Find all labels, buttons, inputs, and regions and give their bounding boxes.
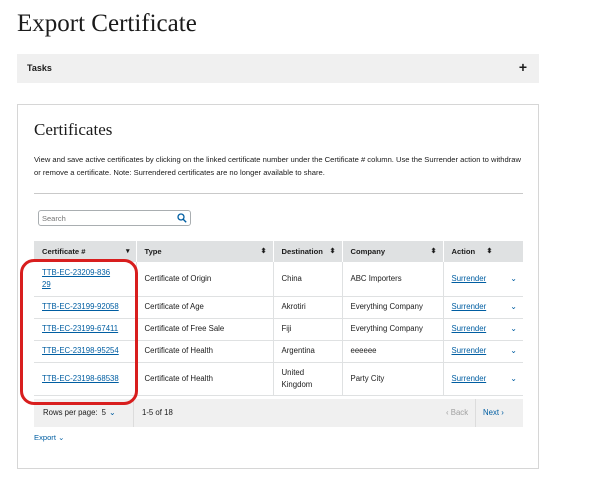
column-header-action[interactable]: Action ⬍ [443,241,523,262]
table-row: TTB-EC-23198-95254 Certificate of Health… [34,340,523,363]
company-cell: Party City [342,362,444,396]
search-icon[interactable] [177,213,187,223]
chevron-down-icon[interactable]: ⌄ [510,373,517,385]
divider [133,399,134,427]
destination-cell: United Kingdom [281,367,313,389]
export-button[interactable]: Export ⌄ [34,433,64,442]
sort-icon: ⬍ [260,248,267,255]
certificates-table: Certificate # ▾ Type ⬍ Destination ⬍ Compan… [34,241,523,396]
table-row: TTB-EC-23209-83629 Certificate of Origin… [34,262,523,297]
company-cell: Everything Company [342,318,444,341]
chevron-down-icon[interactable]: ⌄ [510,273,517,285]
sort-down-icon: ▾ [125,248,130,255]
tasks-label: Tasks [27,63,52,73]
company-cell: ABC Importers [342,262,444,297]
sort-icon: ⬍ [329,248,336,255]
certificate-link[interactable]: TTB-EC-23198-68538 [42,374,119,383]
surrender-link[interactable]: Surrender [452,274,487,283]
type-cell: Certificate of Origin [136,262,274,297]
back-button[interactable]: ‹ Back [446,408,468,417]
chevron-down-icon[interactable]: ⌄ [510,323,517,335]
table-row: TTB-EC-23199-92058 Certificate of Age Ak… [34,296,523,319]
destination-cell: Akrotiri [273,296,343,319]
certificate-link[interactable]: TTB-EC-23198-95254 [42,346,119,355]
type-cell: Certificate of Age [136,296,274,319]
chevron-down-icon[interactable]: ⌄ [510,301,517,313]
search-box[interactable] [38,210,191,226]
column-header-type[interactable]: Type ⬍ [136,241,274,262]
surrender-link[interactable]: Surrender [452,302,487,311]
table-row: TTB-EC-23198-68538 Certificate of Health… [34,362,523,396]
chevron-down-icon: ⌄ [55,433,65,442]
search-input[interactable] [42,212,172,224]
expand-plus-icon[interactable]: + [519,59,527,75]
certificates-title: Certificates [34,120,113,139]
column-header-destination[interactable]: Destination ⬍ [273,241,343,262]
pagination-bar: Rows per page: 5 ⌄ 1-5 of 18 ‹ Back Next › [34,399,523,427]
certificates-description: View and save active certificates by cli… [34,155,521,177]
certificate-link[interactable]: TTB-EC-23199-67411 [42,324,118,333]
tasks-accordion[interactable]: Tasks + [17,54,539,83]
rows-per-page-value[interactable]: 5 [102,408,106,417]
chevron-down-icon[interactable]: ⌄ [109,408,116,417]
destination-cell: Fiji [273,318,343,341]
chevron-right-icon: › [499,408,504,417]
certificates-card: Certificates View and save active certif… [17,104,539,469]
table-row: TTB-EC-23199-67411 Certificate of Free S… [34,318,523,341]
rows-per-page[interactable]: Rows per page: 5 ⌄ [43,408,116,417]
company-cell: Everything Company [342,296,444,319]
page-title: Export Certificate [17,10,197,37]
surrender-link[interactable]: Surrender [452,374,487,383]
column-header-certificate[interactable]: Certificate # ▾ [34,241,137,262]
type-cell: Certificate of Health [136,362,274,396]
company-cell: eeeeee [342,340,444,363]
certificate-link[interactable]: TTB-EC-23199-92058 [42,302,119,311]
certificate-link[interactable]: TTB-EC-23209-83629 [42,267,112,291]
column-header-company[interactable]: Company ⬍ [342,241,444,262]
destination-cell: Argentina [273,340,343,363]
type-cell: Certificate of Free Sale [136,318,274,341]
table-header-row: Certificate # ▾ Type ⬍ Destination ⬍ Compan… [34,241,523,262]
sort-icon: ⬍ [430,248,437,255]
chevron-down-icon[interactable]: ⌄ [510,345,517,357]
rows-per-page-label: Rows per page: [43,408,98,417]
next-button[interactable]: Next › [483,408,504,417]
page-range: 1-5 of 18 [142,408,173,417]
divider [475,399,476,427]
surrender-link[interactable]: Surrender [452,346,487,355]
type-cell: Certificate of Health [136,340,274,363]
surrender-link[interactable]: Surrender [452,324,487,333]
sort-icon: ⬍ [486,248,493,255]
destination-cell: China [273,262,343,297]
divider [34,193,523,194]
